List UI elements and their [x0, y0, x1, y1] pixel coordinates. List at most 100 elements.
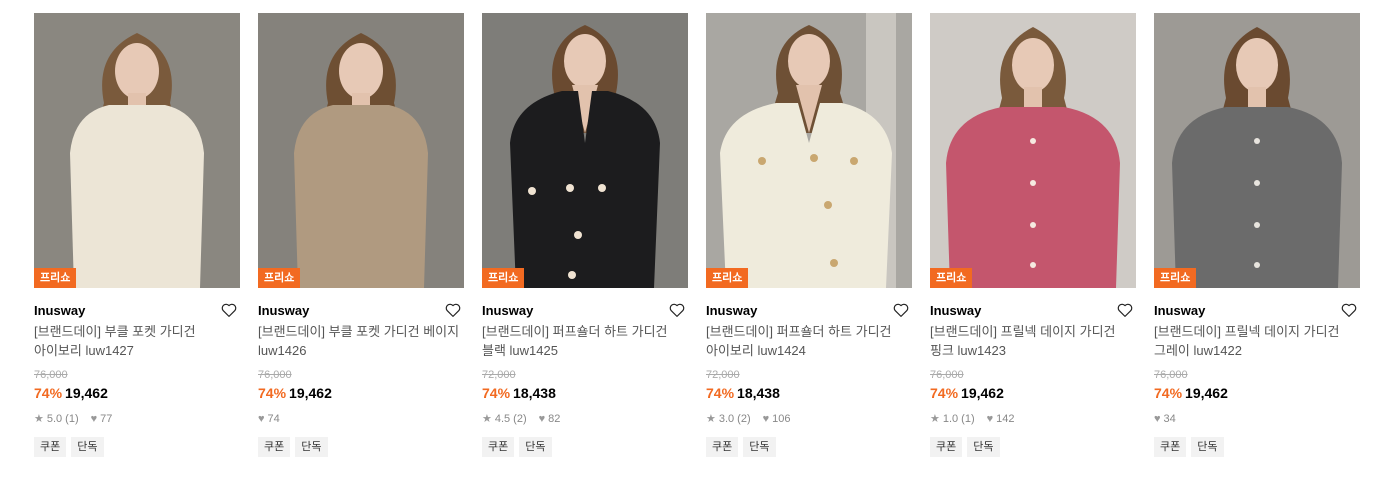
star-icon: ★ [930, 413, 940, 425]
price-row: 74% 18,438 [482, 384, 688, 402]
product-card[interactable]: 프리쇼 Inusway [브랜드데이] 퍼프숄더 하트 가디건 블랙 luw14… [482, 13, 688, 457]
coupon-tag: 쿠폰 [34, 437, 67, 457]
original-price: 72,000 [706, 369, 740, 381]
sale-price: 19,462 [289, 385, 332, 401]
price-row: 74% 19,462 [258, 384, 464, 402]
original-price: 72,000 [482, 369, 516, 381]
price-row: 74% 19,462 [930, 384, 1136, 402]
brand-row: Inusway [930, 299, 1136, 321]
product-image[interactable]: 프리쇼 [258, 13, 464, 288]
exclusive-tag: 단독 [743, 437, 776, 457]
product-grid: 프리쇼 Inusway [브랜드데이] 부클 포켓 가디건 아이보리 luw14… [34, 13, 1360, 457]
heart-outline-icon[interactable] [220, 301, 238, 319]
brand-name[interactable]: Inusway [482, 303, 533, 318]
exclusive-tag: 단독 [295, 437, 328, 457]
heart-outline-icon[interactable] [668, 301, 686, 319]
sale-price: 19,462 [961, 385, 1004, 401]
coupon-tag: 쿠폰 [706, 437, 739, 457]
exclusive-tag: 단독 [967, 437, 1000, 457]
heart-outline-icon[interactable] [1116, 301, 1134, 319]
sale-price: 18,438 [513, 385, 556, 401]
product-title[interactable]: [브랜드데이] 부클 포켓 가디건 아이보리 luw1427 [34, 322, 240, 360]
exclusive-tag: 단독 [71, 437, 104, 457]
tag-list: 쿠폰 단독 [706, 437, 912, 457]
brand-row: Inusway [706, 299, 912, 321]
heart-icon: ♥ [258, 413, 265, 425]
tag-list: 쿠폰 단독 [258, 437, 464, 457]
discount-rate: 74% [258, 385, 287, 401]
discount-rate: 74% [1154, 385, 1183, 401]
review-count: (1) [961, 413, 975, 425]
preshow-badge: 프리쇼 [34, 268, 77, 288]
review-count: (2) [737, 413, 751, 425]
brand-name[interactable]: Inusway [34, 303, 85, 318]
product-image[interactable]: 프리쇼 [706, 13, 912, 288]
price-row: 74% 19,462 [34, 384, 240, 402]
like-count: 106 [772, 413, 791, 425]
exclusive-tag: 단독 [519, 437, 552, 457]
coupon-tag: 쿠폰 [482, 437, 515, 457]
preshow-badge: 프리쇼 [1154, 268, 1197, 288]
original-price: 76,000 [34, 369, 68, 381]
product-card[interactable]: 프리쇼 Inusway [브랜드데이] 프릴넥 데이지 가디건 핑크 luw14… [930, 13, 1136, 457]
original-price: 76,000 [258, 369, 292, 381]
product-title[interactable]: [브랜드데이] 프릴넥 데이지 가디건 그레이 luw1422 [1154, 322, 1360, 360]
product-stats: ♥ 74 [258, 412, 464, 426]
price-row: 74% 19,462 [1154, 384, 1360, 402]
brand-name[interactable]: Inusway [258, 303, 309, 318]
preshow-badge: 프리쇼 [258, 268, 301, 288]
rating-value: 5.0 [46, 413, 63, 425]
tag-list: 쿠폰 단독 [482, 437, 688, 457]
product-card[interactable]: 프리쇼 Inusway [브랜드데이] 퍼프숄더 하트 가디건 아이보리 luw… [706, 13, 912, 457]
heart-outline-icon[interactable] [892, 301, 910, 319]
product-title[interactable]: [브랜드데이] 퍼프숄더 하트 가디건 블랙 luw1425 [482, 322, 688, 360]
product-card[interactable]: 프리쇼 Inusway [브랜드데이] 프릴넥 데이지 가디건 그레이 luw1… [1154, 13, 1360, 457]
brand-row: Inusway [1154, 299, 1360, 321]
heart-icon: ♥ [986, 413, 994, 425]
product-image[interactable]: 프리쇼 [482, 13, 688, 288]
brand-row: Inusway [482, 299, 688, 321]
model-photo [258, 13, 464, 288]
product-stats: ♥ 34 [1154, 412, 1360, 426]
product-card[interactable]: 프리쇼 Inusway [브랜드데이] 부클 포켓 가디건 아이보리 luw14… [34, 13, 240, 457]
product-title[interactable]: [브랜드데이] 프릴넥 데이지 가디건 핑크 luw1423 [930, 322, 1136, 360]
like-count: 74 [267, 413, 280, 425]
model-photo [930, 13, 1136, 288]
sale-price: 18,438 [737, 385, 780, 401]
review-count: (1) [65, 413, 79, 425]
like-count: 34 [1163, 413, 1176, 425]
star-icon: ★ [34, 413, 44, 425]
product-title[interactable]: [브랜드데이] 퍼프숄더 하트 가디건 아이보리 luw1424 [706, 322, 912, 360]
preshow-badge: 프리쇼 [706, 268, 749, 288]
product-card[interactable]: 프리쇼 Inusway [브랜드데이] 부클 포켓 가디건 베이지 luw142… [258, 13, 464, 457]
product-image[interactable]: 프리쇼 [34, 13, 240, 288]
star-icon: ★ [482, 413, 492, 425]
product-image[interactable]: 프리쇼 [930, 13, 1136, 288]
model-photo [706, 13, 912, 288]
tag-list: 쿠폰 단독 [1154, 437, 1360, 457]
product-image[interactable]: 프리쇼 [1154, 13, 1360, 288]
heart-icon: ♥ [90, 413, 98, 425]
star-icon: ★ [706, 413, 716, 425]
tag-list: 쿠폰 단독 [930, 437, 1136, 457]
product-title[interactable]: [브랜드데이] 부클 포켓 가디건 베이지 luw1426 [258, 322, 464, 360]
product-stats: ★ 1.0 (1) ♥ 142 [930, 412, 1136, 426]
heart-outline-icon[interactable] [1340, 301, 1358, 319]
heart-icon: ♥ [762, 413, 770, 425]
coupon-tag: 쿠폰 [258, 437, 291, 457]
like-count: 82 [548, 413, 561, 425]
model-photo [1154, 13, 1360, 288]
preshow-badge: 프리쇼 [482, 268, 525, 288]
coupon-tag: 쿠폰 [930, 437, 963, 457]
brand-name[interactable]: Inusway [1154, 303, 1205, 318]
heart-icon: ♥ [1154, 413, 1161, 425]
discount-rate: 74% [482, 385, 511, 401]
rating-value: 3.0 [718, 413, 735, 425]
brand-name[interactable]: Inusway [930, 303, 981, 318]
heart-outline-icon[interactable] [444, 301, 462, 319]
original-price: 76,000 [930, 369, 964, 381]
heart-icon: ♥ [538, 413, 546, 425]
exclusive-tag: 단독 [1191, 437, 1224, 457]
brand-name[interactable]: Inusway [706, 303, 757, 318]
model-photo [482, 13, 688, 288]
